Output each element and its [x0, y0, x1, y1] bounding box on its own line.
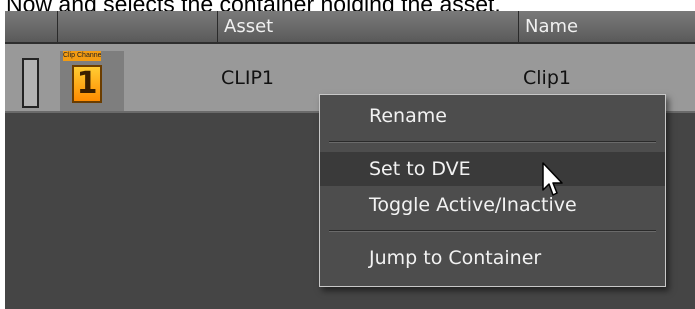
thumbnail-label: Clip Channel [63, 51, 101, 61]
asset-thumbnail: Clip Channel 1 [60, 51, 124, 111]
mouse-cursor-icon [542, 162, 563, 196]
menu-item-jump-to-container[interactable]: Jump to Container [320, 241, 665, 275]
column-header-toggle[interactable] [5, 11, 57, 42]
column-header-name[interactable]: Name [518, 11, 695, 42]
menu-separator [329, 230, 656, 232]
asset-cell: CLIP1 [221, 67, 275, 89]
menu-item-toggle-active[interactable]: Toggle Active/Inactive [320, 188, 665, 222]
clip-channel-number-icon: 1 [72, 65, 102, 103]
context-menu: Rename Set to DVE Toggle Active/Inactive… [319, 94, 666, 287]
name-cell: Clip1 [523, 67, 571, 89]
menu-item-set-to-dve[interactable]: Set to DVE [320, 152, 665, 186]
menu-separator [329, 141, 656, 143]
column-header-asset[interactable]: Asset [217, 11, 518, 42]
menu-item-rename[interactable]: Rename [320, 99, 665, 133]
table-header: Asset Name [5, 11, 695, 44]
column-header-thumbnail[interactable] [57, 11, 217, 42]
active-toggle[interactable] [22, 58, 39, 108]
